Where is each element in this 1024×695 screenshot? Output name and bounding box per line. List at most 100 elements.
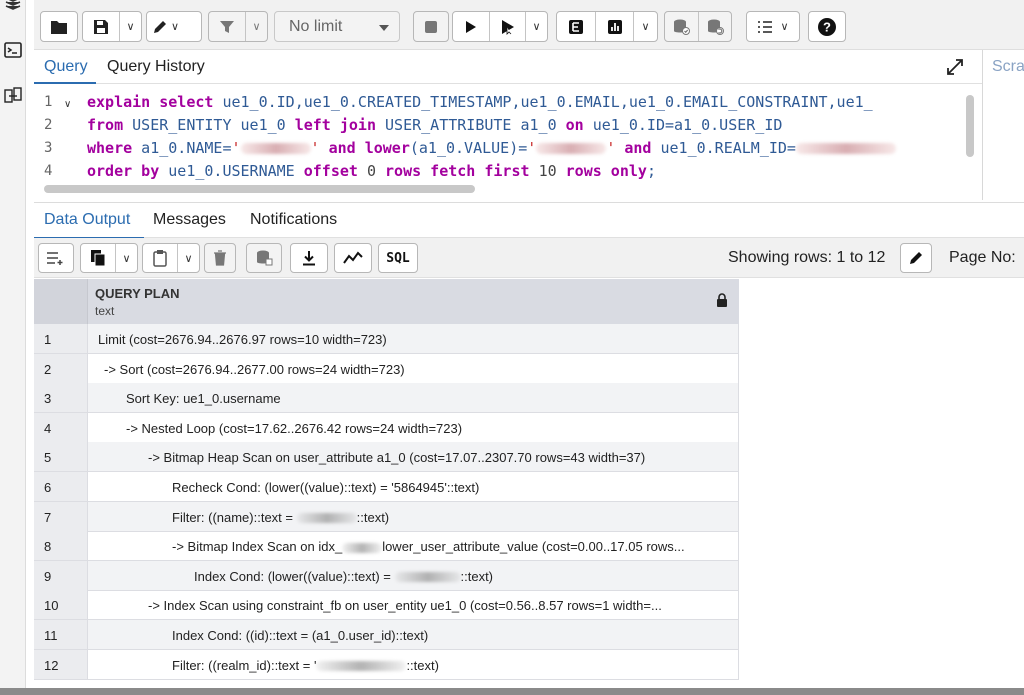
execute-script-button[interactable]	[489, 12, 525, 41]
chevron-down-icon[interactable]: ∨	[126, 20, 134, 33]
row-number-cell[interactable]: 12	[34, 649, 88, 680]
table-row[interactable]: 5 -> Bitmap Heap Scan on user_attribute a…	[34, 442, 739, 473]
chevron-down-icon[interactable]: ∨	[122, 252, 130, 265]
download-button[interactable]	[290, 243, 328, 273]
query-plan-cell[interactable]: -> Bitmap Heap Scan on user_attribute a1…	[88, 442, 739, 473]
lock-icon	[717, 293, 727, 307]
table-row[interactable]: 11 Index Cond: ((id)::text = (a1_0.user_i…	[34, 620, 739, 650]
tab-query-history[interactable]: Query History	[107, 58, 205, 76]
rollback-button[interactable]	[697, 12, 731, 41]
row-number-cell[interactable]: 8	[34, 531, 88, 562]
vertical-scrollbar[interactable]	[966, 95, 974, 157]
explain-button-group[interactable]: ∨	[556, 11, 658, 42]
copy-button[interactable]	[81, 244, 115, 272]
page-number-label: Page No:	[949, 249, 1016, 266]
query-plan-cell[interactable]: -> Bitmap Index Scan on idx_ lower_user_a…	[88, 531, 739, 562]
row-number-cell[interactable]: 6	[34, 472, 88, 502]
table-row[interactable]: 8 -> Bitmap Index Scan on idx_ lower_user_…	[34, 531, 739, 562]
edit-rows-button[interactable]	[900, 243, 932, 273]
tab-scratch-pad[interactable]: Scra	[992, 58, 1024, 76]
row-number-cell[interactable]: 7	[34, 501, 88, 532]
table-row[interactable]: 4 -> Nested Loop (cost=17.62..2676.42 row…	[34, 412, 739, 443]
expand-icon[interactable]	[946, 58, 964, 76]
panel-divider[interactable]	[982, 50, 983, 200]
tab-query[interactable]: Query	[44, 58, 88, 76]
query-plan-cell[interactable]: Sort Key: ue1_0.username	[88, 383, 739, 414]
macros-button[interactable]: ∨	[746, 11, 800, 42]
table-row[interactable]: 10 -> Index Scan using constraint_fb on u…	[34, 590, 739, 621]
row-number-cell[interactable]: 10	[34, 590, 88, 621]
transaction-button-group[interactable]	[664, 11, 732, 42]
sql-button[interactable]: SQL	[378, 243, 418, 273]
add-row-button[interactable]	[38, 243, 74, 273]
row-number-cell[interactable]: 4	[34, 412, 88, 443]
horizontal-scrollbar[interactable]	[44, 185, 475, 193]
table-row[interactable]: 6 Recheck Cond: (lower((value)::text) = '…	[34, 472, 739, 502]
sql-keyword: where	[87, 139, 133, 157]
paste-button[interactable]	[143, 244, 177, 272]
table-row[interactable]: 12 Filter: ((realm_id)::text = '::text)	[34, 649, 739, 680]
schema-diff-icon[interactable]	[3, 86, 23, 106]
help-button[interactable]: ?	[808, 11, 846, 42]
delete-button[interactable]	[204, 243, 236, 273]
copy-button-group[interactable]: ∨	[80, 243, 138, 273]
sql-keyword: and	[624, 139, 652, 157]
dropdown-arrow-icon	[379, 25, 389, 31]
query-plan-cell[interactable]: -> Nested Loop (cost=17.62..2676.42 rows…	[88, 412, 739, 443]
chevron-down-icon[interactable]: ∨	[252, 20, 260, 33]
row-number-cell[interactable]: 11	[34, 620, 88, 650]
row-number-cell[interactable]: 1	[34, 324, 88, 354]
row-number-cell[interactable]: 5	[34, 442, 88, 473]
row-number: 11	[44, 628, 58, 643]
row-limit-select[interactable]: No limit	[274, 11, 400, 42]
line-number: 2	[44, 117, 53, 133]
line-chart-icon	[343, 251, 363, 264]
terminal-icon[interactable]	[3, 40, 23, 60]
plan-line: Index Cond: (lower((value)::text) = ::te…	[194, 569, 493, 584]
query-plan-cell[interactable]: -> Sort (cost=2676.94..2677.00 rows=24 w…	[88, 353, 739, 384]
query-plan-cell[interactable]: Limit (cost=2676.94..2676.97 rows=10 wid…	[88, 324, 739, 354]
line-number: 1	[44, 94, 53, 110]
table-row[interactable]: 2 -> Sort (cost=2676.94..2677.00 rows=24 …	[34, 353, 739, 384]
execute-button[interactable]	[453, 12, 489, 41]
table-row[interactable]: 9 Index Cond: (lower((value)::text) = ::t…	[34, 560, 739, 591]
save-file-button[interactable]: ∨	[82, 11, 142, 42]
commit-button[interactable]	[665, 12, 698, 41]
query-plan-cell[interactable]: Index Cond: ((id)::text = (a1_0.user_id)…	[88, 620, 739, 650]
table-row[interactable]: 7 Filter: ((name)::text = ::text)	[34, 501, 739, 532]
chevron-down-icon[interactable]: ∨	[532, 20, 540, 33]
chevron-down-icon[interactable]: ∨	[184, 252, 192, 265]
row-number-cell[interactable]: 2	[34, 353, 88, 384]
row-number-cell[interactable]: 3	[34, 383, 88, 414]
chevron-down-icon[interactable]: ∨	[641, 20, 649, 33]
save-data-button[interactable]	[246, 243, 282, 273]
row-number-cell[interactable]: 9	[34, 560, 88, 591]
filter-button[interactable]: ∨	[208, 11, 268, 42]
tab-notifications[interactable]: Notifications	[250, 211, 337, 229]
tab-data-output[interactable]: Data Output	[44, 211, 130, 229]
query-plan-cell[interactable]: Filter: ((realm_id)::text = '::text)	[88, 649, 739, 680]
table-row[interactable]: 1 Limit (cost=2676.94..2676.97 rows=10 wi…	[34, 324, 739, 354]
query-plan-cell[interactable]: -> Index Scan using constraint_fb on use…	[88, 590, 739, 621]
query-plan-cell[interactable]: Index Cond: (lower((value)::text) = ::te…	[88, 560, 739, 591]
execute-button-group[interactable]: ∨	[452, 11, 548, 42]
open-file-button[interactable]	[40, 11, 78, 42]
column-name[interactable]: QUERY PLAN	[95, 286, 180, 301]
fold-chevron-icon[interactable]: ∨	[64, 99, 71, 110]
edit-button[interactable]: ∨	[146, 11, 202, 42]
graph-visualiser-button[interactable]	[334, 243, 372, 273]
plan-text: -> Nested Loop (cost=17.62..2676.42 rows…	[126, 420, 463, 436]
explain-button[interactable]	[557, 12, 595, 41]
database-stack-icon[interactable]	[3, 0, 23, 14]
explain-analyze-button[interactable]	[595, 12, 633, 41]
query-plan-cell[interactable]: Recheck Cond: (lower((value)::text) = '5…	[88, 472, 739, 502]
select-all-cell[interactable]	[34, 279, 88, 324]
stop-button[interactable]	[413, 11, 449, 42]
paste-button-group[interactable]: ∨	[142, 243, 200, 273]
query-plan-cell[interactable]: Filter: ((name)::text = ::text)	[88, 501, 739, 532]
sql-editor[interactable]: 1 ∨ 2 3 4 explain select ue1_0.ID,ue1_0.…	[34, 85, 982, 200]
table-row[interactable]: 3 Sort Key: ue1_0.username	[34, 383, 739, 414]
tab-messages[interactable]: Messages	[153, 211, 226, 229]
copy-icon	[91, 250, 106, 267]
plan-text: Limit (cost=2676.94..2676.97 rows=10 wid…	[98, 332, 387, 347]
